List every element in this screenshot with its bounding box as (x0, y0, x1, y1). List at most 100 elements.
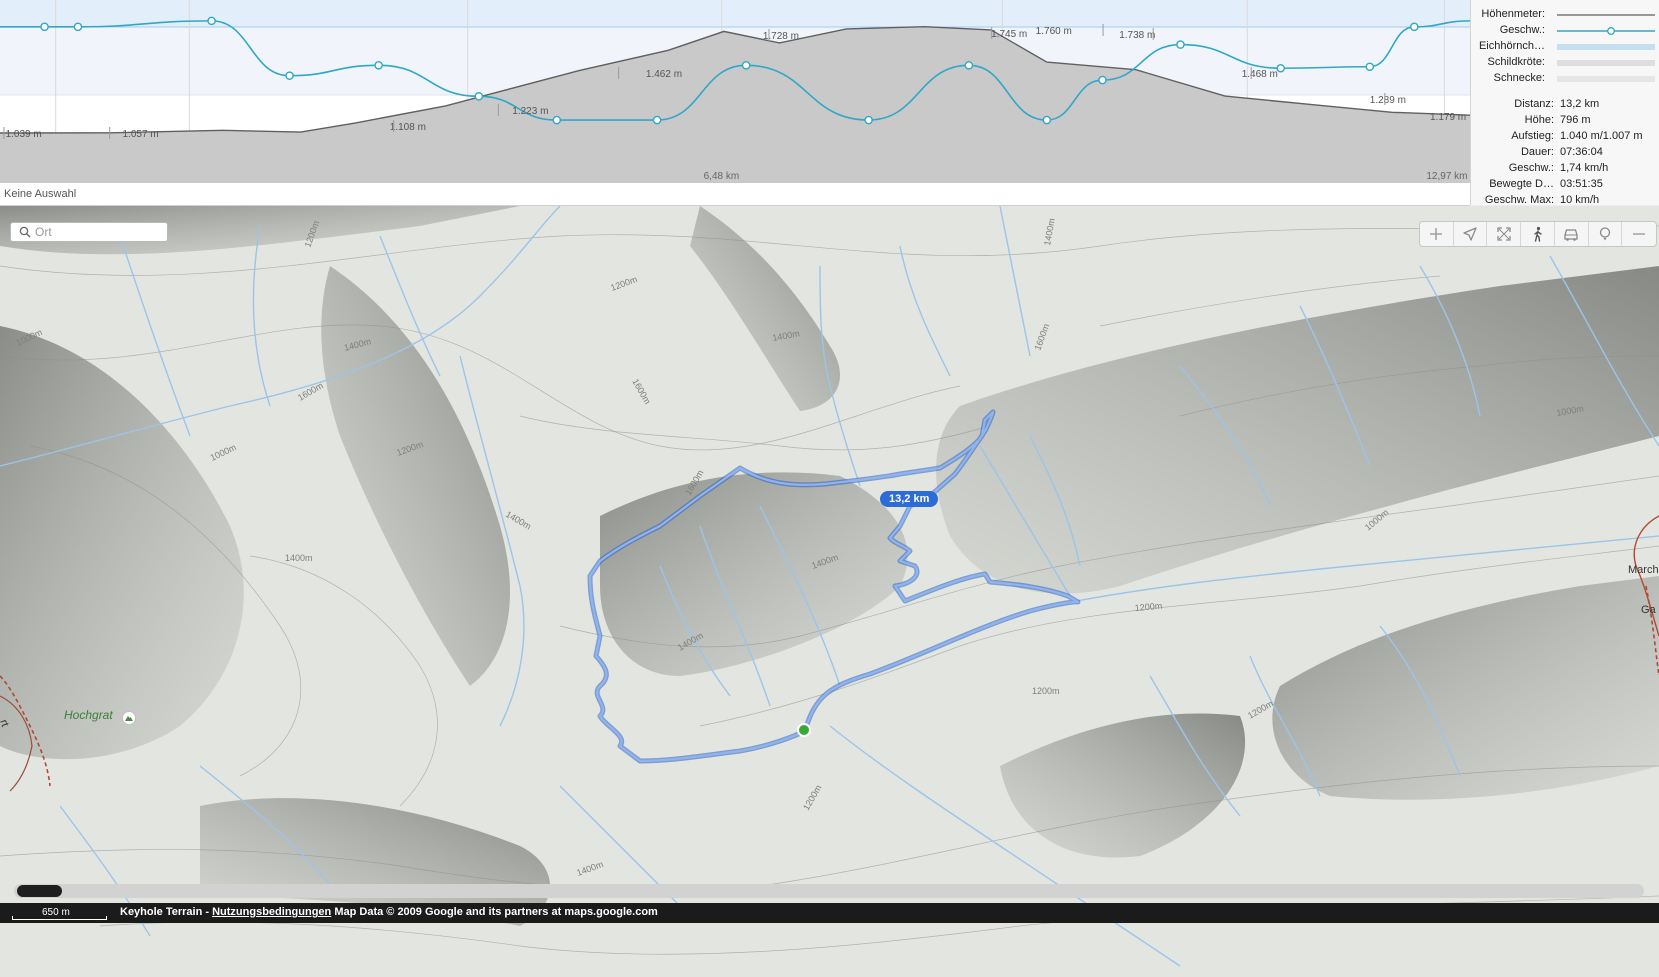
speed-point[interactable] (741, 60, 751, 70)
contour-label: 1200m (801, 783, 823, 812)
locate-button[interactable] (1454, 222, 1488, 246)
legend-snail[interactable]: Schnecke: (1471, 71, 1659, 86)
stat-label: Geschw.: (1508, 162, 1554, 174)
stat-moving-duration: Bewegte D… 03:51:35 (1471, 178, 1659, 193)
stat-label: Höhe: (1524, 114, 1554, 126)
timeline-handle[interactable] (17, 885, 62, 897)
stat-value: 13,2 km (1560, 98, 1600, 110)
map-attribution: Keyhole Terrain - Nutzungsbedingungen Ma… (120, 906, 658, 918)
fullscreen-icon (1497, 227, 1511, 241)
location-search[interactable] (10, 222, 168, 242)
speed-point[interactable] (1176, 40, 1185, 49)
map-canvas[interactable]: 1200m 1400m 1600m 1000m 1400m 1200m 1600… (0, 206, 1659, 977)
stat-value: 796 m (1560, 114, 1591, 126)
legend-label: Geschw.: (1499, 24, 1545, 36)
speed-point[interactable] (474, 92, 484, 101)
height-label: 1.738 m (1119, 30, 1155, 41)
stat-label: Distanz: (1514, 98, 1554, 110)
band-squirrel (0, 0, 1470, 27)
stat-duration: Dauer: 07:36:04 (1471, 146, 1659, 161)
height-label: 1.057 m (123, 129, 159, 140)
height-label: 1.179 m (1430, 112, 1466, 123)
speed-point[interactable] (652, 115, 662, 125)
height-label: 1.760 m (1036, 26, 1072, 37)
map-toolbar (1419, 221, 1657, 247)
height-label: 1.728 m (763, 31, 799, 42)
walking-person-icon (1533, 226, 1542, 242)
profile-chart[interactable]: 1.039 m 1.057 m 1.108 m 1.223 m 1.462 m 1.728… (0, 0, 1470, 185)
map-footer: 650 m Keyhole Terrain - Nutzungsbedingun… (0, 903, 1659, 923)
height-label: 1.289 m (1370, 95, 1406, 106)
elevation-profile[interactable]: 1.039 m 1.057 m 1.108 m 1.223 m 1.462 m 1.728… (0, 0, 1470, 206)
speed-point[interactable] (207, 16, 216, 26)
speed-point[interactable] (73, 22, 83, 32)
legend-elevation[interactable]: Höhenmeter: (1471, 7, 1659, 22)
legend-turtle[interactable]: Schildkröte: (1471, 55, 1659, 70)
stat-value: 1.040 m/1.007 m (1560, 130, 1643, 142)
contour-label: 1200m (1134, 601, 1162, 613)
stat-height: Höhe: 796 m (1471, 114, 1659, 129)
speed-point[interactable] (374, 60, 383, 70)
walking-mode-button[interactable] (1521, 222, 1555, 246)
distance-label: 12,97 km (1426, 171, 1467, 182)
zoom-in-button[interactable] (1420, 222, 1454, 246)
contour-label: 1000m (209, 442, 238, 463)
stat-label: Dauer: (1520, 146, 1554, 158)
height-label: 1.223 m (512, 106, 548, 117)
speed-point[interactable] (1098, 75, 1107, 85)
legend-snail-sample (1557, 76, 1655, 82)
contour-label: 1400m (575, 859, 604, 878)
contour-label: 1400m (504, 509, 533, 531)
speed-point[interactable] (864, 115, 873, 125)
search-input[interactable] (35, 225, 161, 239)
speed-point[interactable] (964, 60, 974, 70)
legend-speed-sample (1557, 27, 1655, 35)
stat-speed: Geschw.: 1,74 km/h (1471, 162, 1659, 177)
zoom-in-icon (1430, 228, 1443, 240)
legend-label: Eichhörnch… (1478, 40, 1545, 52)
legend-label: Schildkröte: (1487, 56, 1545, 68)
contour-label: 1400m (285, 553, 313, 563)
route-distance-badge[interactable]: 13,2 km (880, 491, 939, 507)
edge-label-right2: Ga (1641, 604, 1657, 616)
contour-label: 1200m (1246, 698, 1275, 720)
distance-label: 6,48 km (704, 171, 740, 182)
location-arrow-icon (1463, 227, 1477, 241)
height-label: 1.039 m (6, 129, 42, 140)
stat-label: Geschw. Max: (1484, 194, 1554, 206)
legend-speed[interactable]: Geschw.: (1471, 23, 1659, 38)
mountain-peak-icon[interactable] (122, 711, 136, 725)
scale-bar (12, 916, 107, 920)
stat-value: 10 km/h (1560, 194, 1600, 206)
route-start-marker[interactable] (797, 723, 811, 737)
contour-label: 1400m (1042, 217, 1057, 246)
stat-label: Bewegte D… (1489, 178, 1554, 190)
height-label: 1.745 m (991, 29, 1027, 40)
terms-link[interactable]: Nutzungsbedingungen (212, 906, 331, 918)
zoom-out-button[interactable] (1622, 222, 1656, 246)
contour-label: 1600m (296, 380, 325, 402)
stat-label: Aufstieg: (1511, 130, 1554, 142)
terrain-map[interactable]: 1200m 1400m 1600m 1000m 1400m 1200m 1600… (0, 206, 1659, 977)
speed-point[interactable] (552, 115, 562, 125)
car-icon (1564, 229, 1578, 241)
driving-mode-button[interactable] (1555, 222, 1589, 246)
height-label: 1.108 m (390, 122, 426, 133)
place-label-hochgrat[interactable]: Hochgrat (64, 708, 113, 722)
speed-point[interactable] (1365, 62, 1375, 72)
speed-point[interactable] (1276, 63, 1285, 73)
attribution-suffix: Map Data © 2009 Google and its partners … (331, 906, 658, 918)
speed-point[interactable] (1042, 115, 1052, 125)
contour-label: 1200m (1032, 686, 1060, 696)
speed-point[interactable] (1410, 22, 1419, 32)
speed-point[interactable] (40, 22, 49, 32)
balloon-button[interactable] (1589, 222, 1623, 246)
legend-squirrel-sample (1557, 44, 1655, 50)
balloon-icon (1599, 227, 1611, 241)
attribution-prefix: Keyhole Terrain - (120, 906, 213, 918)
legend-squirrel[interactable]: Eichhörnch… (1471, 39, 1659, 54)
stats-panel: Höhenmeter: Geschw.: Eichhörnch… Schildk… (1470, 0, 1659, 206)
fullscreen-button[interactable] (1487, 222, 1522, 246)
timeline-scrubber[interactable] (14, 884, 1644, 898)
speed-point[interactable] (285, 71, 294, 80)
